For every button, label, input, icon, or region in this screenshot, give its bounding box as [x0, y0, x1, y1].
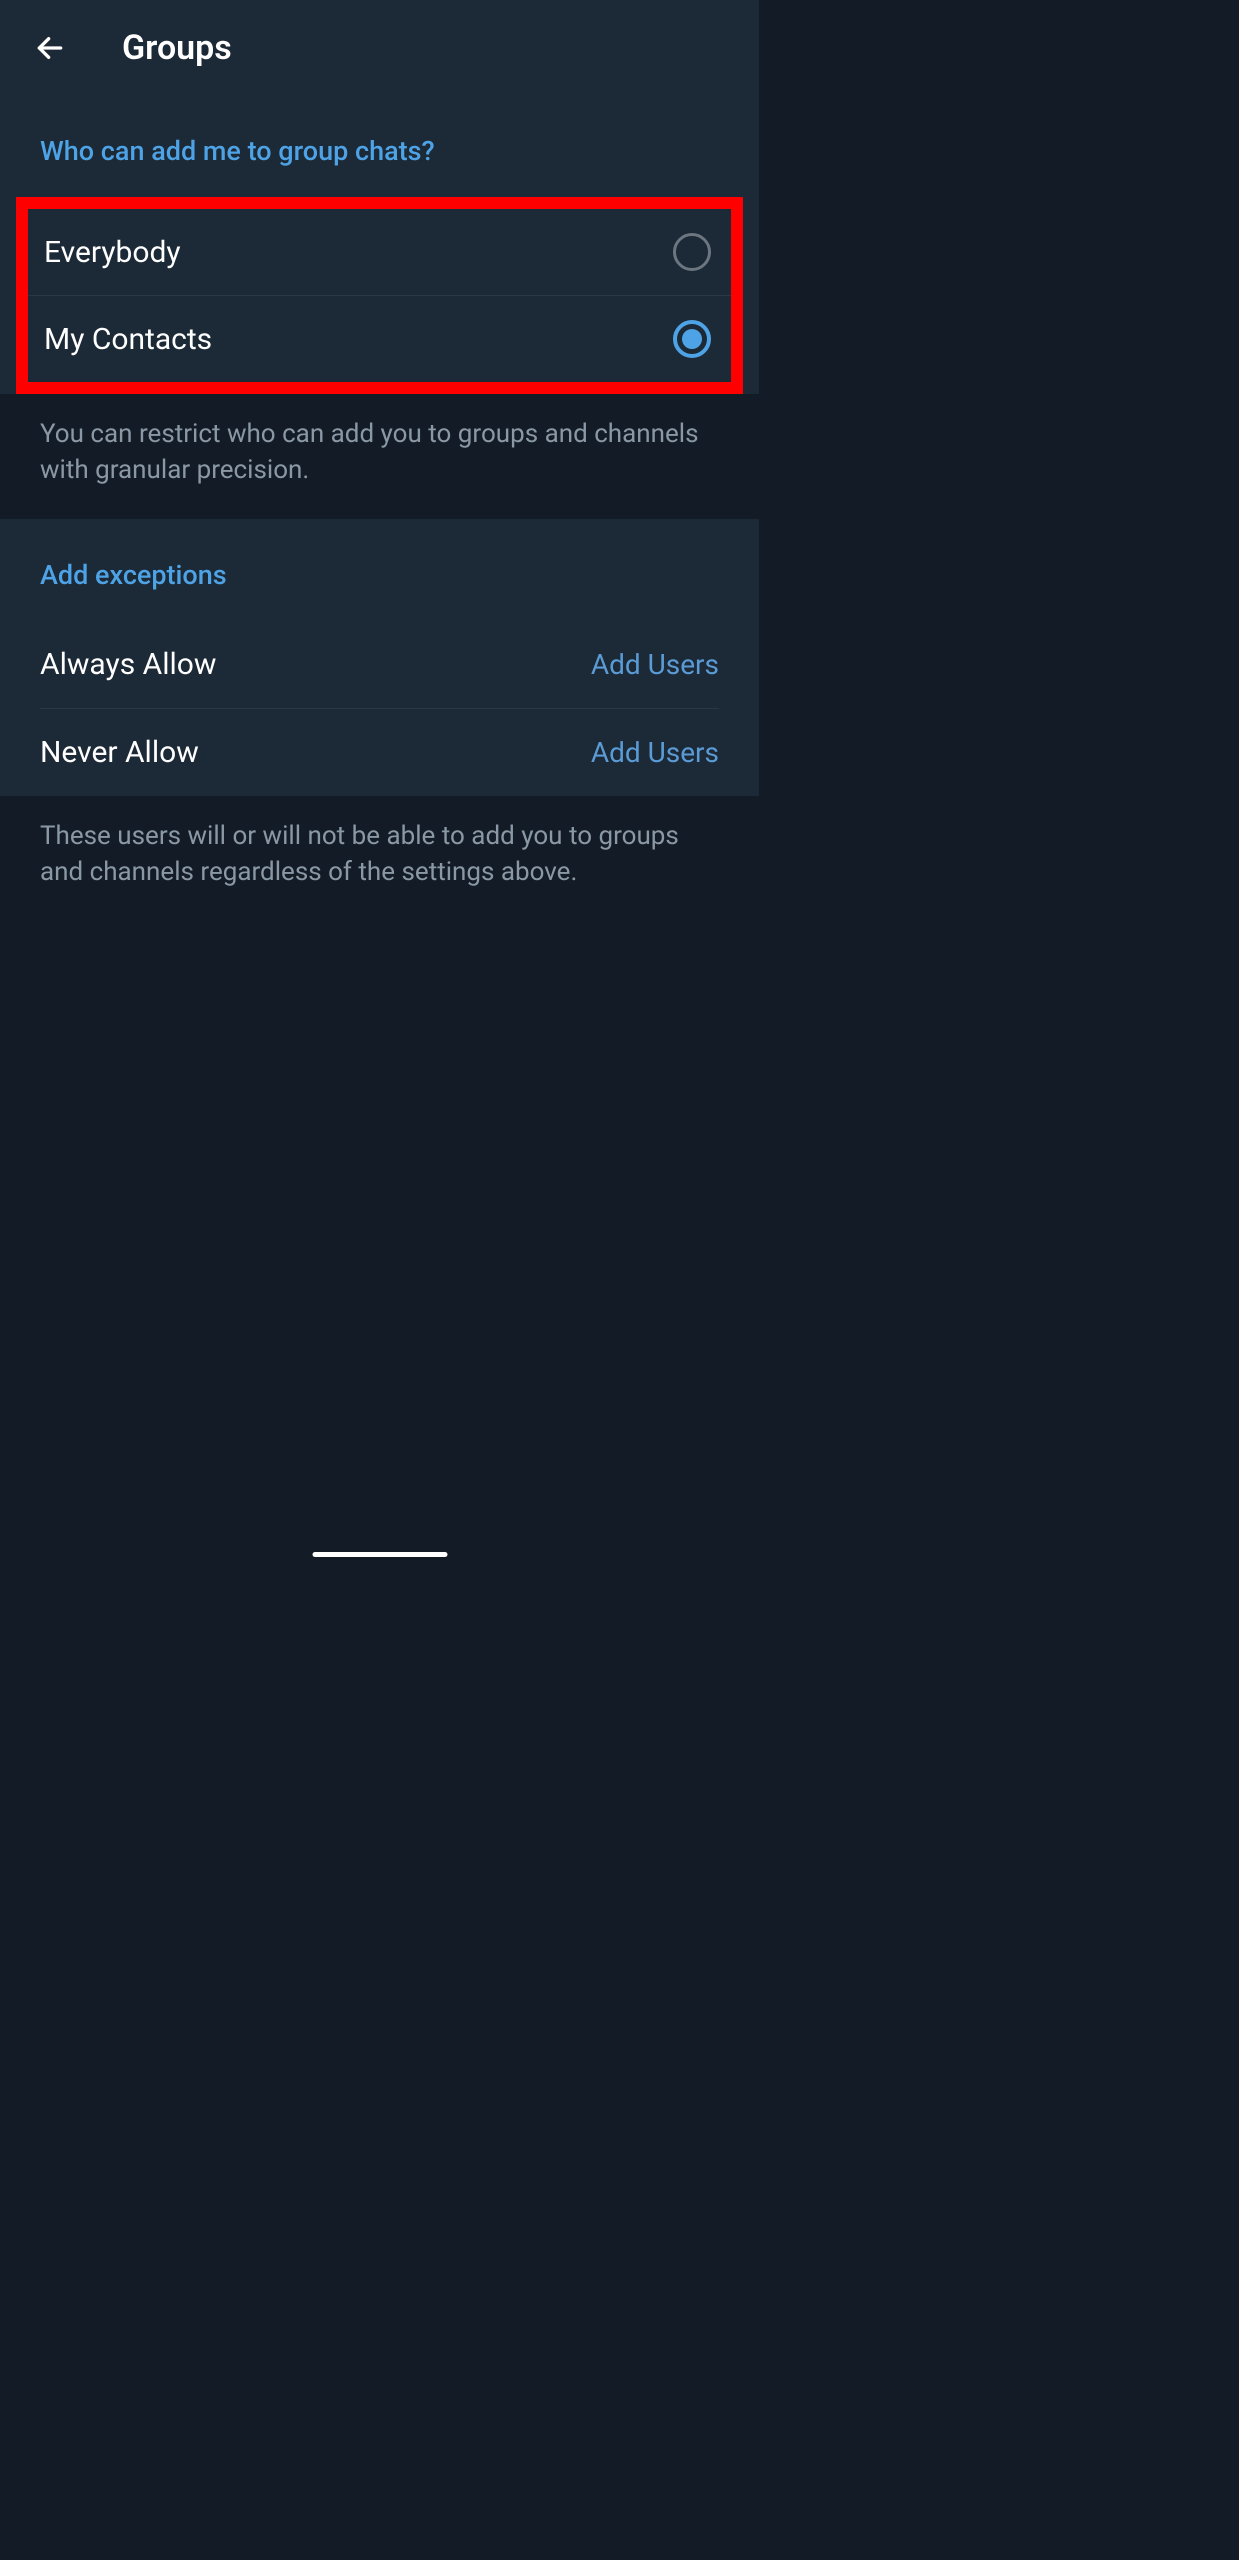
radio-label: My Contacts — [44, 322, 212, 357]
radio-selected-icon — [673, 320, 711, 358]
exception-row-always-allow[interactable]: Always Allow Add Users — [0, 621, 759, 708]
arrow-left-icon — [34, 32, 66, 64]
page-title: Groups — [122, 28, 232, 68]
header: Groups — [0, 0, 759, 95]
radio-option-my-contacts[interactable]: My Contacts — [28, 296, 731, 382]
section-header-exceptions: Add exceptions — [0, 519, 759, 621]
radio-option-everybody[interactable]: Everybody — [28, 209, 731, 295]
exception-row-never-allow[interactable]: Never Allow Add Users — [0, 709, 759, 796]
exception-label: Always Allow — [40, 647, 216, 682]
home-indicator[interactable] — [312, 1552, 447, 1557]
section-header-who-can-add: Who can add me to group chats? — [0, 95, 759, 197]
section-description: These users will or will not be able to … — [0, 796, 759, 921]
radio-label: Everybody — [44, 235, 181, 270]
section-add-exceptions: Add exceptions Always Allow Add Users Ne… — [0, 519, 759, 796]
section-description: You can restrict who can add you to grou… — [0, 394, 759, 519]
exception-action: Add Users — [591, 736, 719, 769]
radio-unselected-icon — [673, 233, 711, 271]
exception-action: Add Users — [591, 648, 719, 681]
radio-inner-dot — [682, 329, 702, 349]
highlight-box: Everybody My Contacts — [16, 197, 743, 394]
section-who-can-add: Who can add me to group chats? Everybody… — [0, 95, 759, 394]
back-button[interactable] — [30, 28, 70, 68]
exception-label: Never Allow — [40, 735, 199, 770]
